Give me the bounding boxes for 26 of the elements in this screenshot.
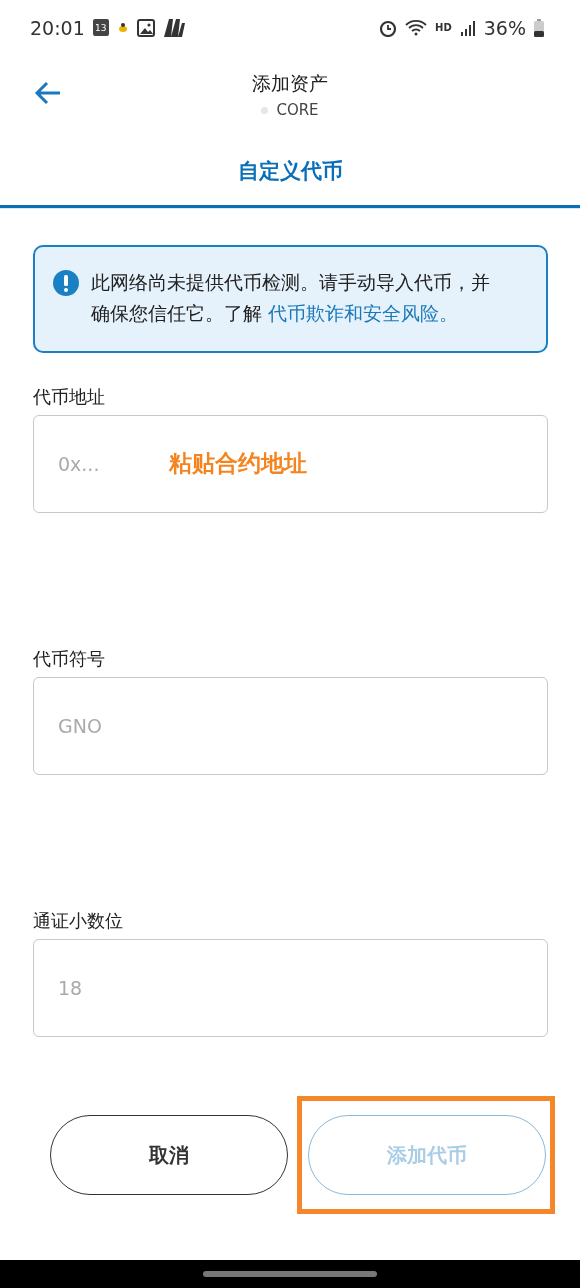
network-dot — [261, 106, 269, 114]
network-type: HD — [435, 22, 452, 33]
image-icon — [136, 18, 155, 37]
signal-icon — [459, 19, 476, 36]
input-field[interactable]: 18 — [33, 939, 548, 1037]
input-field[interactable]: GNO — [33, 677, 548, 775]
network-name: CORE — [276, 101, 319, 119]
field-label: 通证小数位 — [33, 909, 124, 933]
wifi-icon — [405, 18, 428, 37]
status-time: 20:01 — [30, 16, 85, 39]
field-label: 代币符号 — [33, 647, 106, 671]
back-arrow-icon — [34, 81, 62, 105]
exclamation-icon — [53, 270, 79, 296]
app-icon — [162, 18, 185, 37]
home-handle[interactable] — [203, 1271, 377, 1277]
calendar-icon: 13 — [92, 19, 109, 36]
risk-link[interactable]: 代币欺诈和安全风险。 — [268, 302, 459, 324]
cancel-button[interactable]: 取消 — [50, 1115, 288, 1195]
battery-icon — [534, 18, 544, 37]
tab[interactable]: 自定义代币 — [0, 143, 580, 208]
battery-percent: 36% — [483, 16, 526, 39]
field-label: 代币地址 — [33, 385, 106, 409]
alarm-icon — [379, 18, 398, 37]
annotation-text: 粘贴合约地址 — [169, 449, 307, 478]
warning-text: 此网络尚未提供代币检测。请手动导入代币，并确保您信任它。了解 代币欺诈和安全风险。 — [91, 270, 491, 326]
page-title: 添加资产 — [252, 71, 328, 96]
